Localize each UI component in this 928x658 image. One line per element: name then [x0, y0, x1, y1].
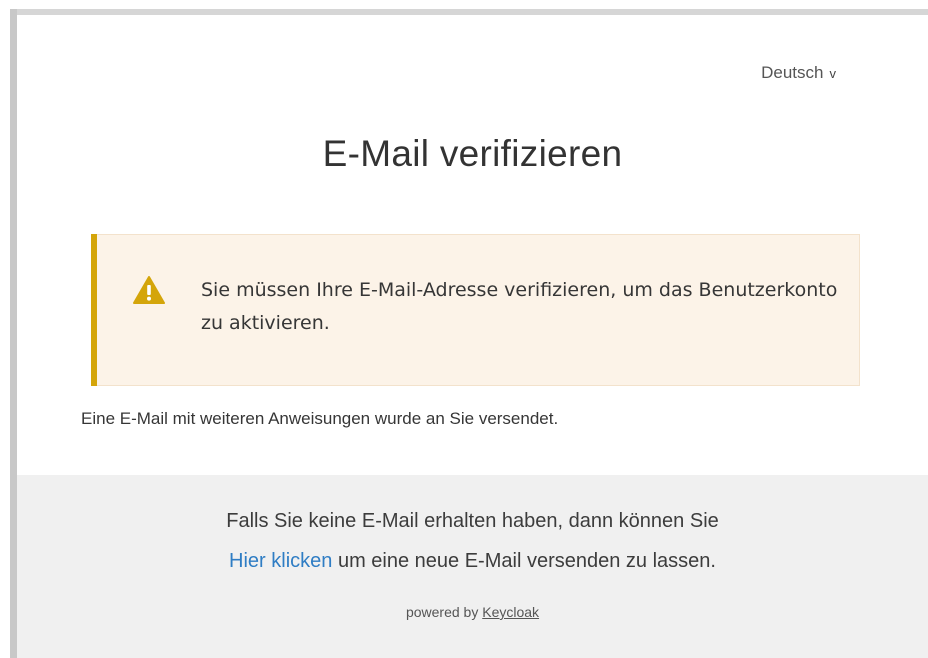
- resend-line: Hier klicken um eine neue E-Mail versend…: [17, 550, 928, 573]
- card-left-border: [10, 9, 17, 658]
- warning-alert-message: Sie müssen Ihre E-Mail-Adresse verifizie…: [201, 279, 838, 334]
- warning-alert-accent-bar: [91, 234, 97, 386]
- keycloak-link[interactable]: Keycloak: [482, 604, 539, 620]
- powered-by: powered by Keycloak: [17, 604, 928, 620]
- language-selector[interactable]: Deutsch v: [761, 63, 836, 83]
- browser-frame: Deutsch v E-Mail verifizieren Sie müssen …: [0, 0, 928, 658]
- resend-email-link[interactable]: Hier klicken: [229, 550, 332, 572]
- resend-line-text: um eine neue E-Mail versenden zu lassen.: [332, 550, 716, 572]
- card-top-border: [10, 9, 928, 15]
- chevron-down-icon[interactable]: v: [830, 66, 837, 81]
- page-title: E-Mail verifizieren: [322, 133, 623, 174]
- resend-prompt-text: Falls Sie keine E-Mail erhalten haben, d…: [226, 510, 719, 532]
- language-selector-label[interactable]: Deutsch: [761, 63, 823, 82]
- warning-triangle-icon: [133, 275, 165, 305]
- powered-by-prefix: powered by: [405, 604, 483, 620]
- instructions-text: Eine E-Mail mit weiteren Anweisungen wur…: [81, 409, 559, 428]
